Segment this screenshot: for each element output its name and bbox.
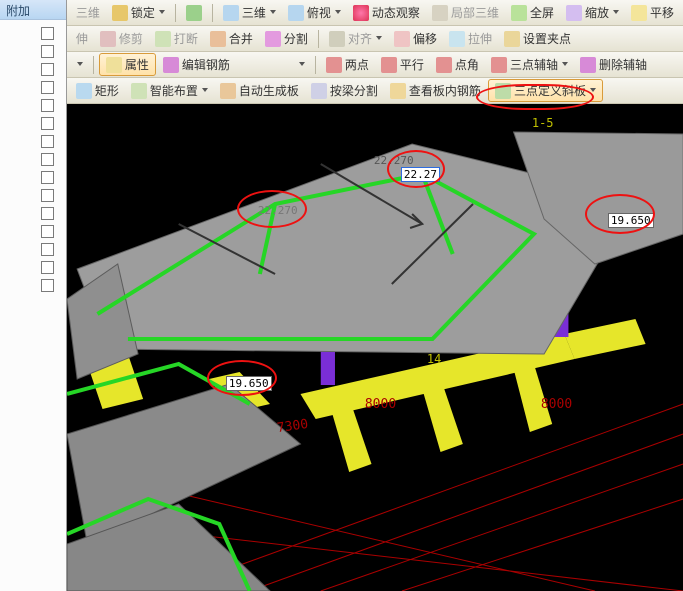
cube-top-icon bbox=[288, 5, 304, 21]
delete-axis-button[interactable]: 删除辅轴 bbox=[575, 53, 652, 76]
grip-settings-button[interactable]: 设置夹点 bbox=[499, 27, 576, 50]
angle-icon bbox=[436, 57, 452, 73]
two-point-button[interactable]: 两点 bbox=[321, 53, 374, 76]
checkbox[interactable] bbox=[41, 81, 54, 94]
checkbox[interactable] bbox=[41, 63, 54, 76]
view-rebar-icon bbox=[390, 83, 406, 99]
local-3d-button[interactable]: 局部三维 bbox=[427, 1, 504, 24]
grid-label: 14 bbox=[427, 352, 441, 366]
edit-rebar-button[interactable]: 编辑钢筋 bbox=[158, 53, 235, 76]
callout-circle bbox=[207, 360, 277, 396]
view-top-button[interactable]: 俯视 bbox=[283, 1, 346, 24]
extend-button[interactable]: 伸 bbox=[71, 27, 93, 50]
lock-button[interactable]: 锁定 bbox=[107, 1, 170, 24]
viewport-3d[interactable]: 22.270 22.27 22.270 19.650 19.650 8000 8… bbox=[67, 104, 683, 591]
offset-icon bbox=[394, 31, 410, 47]
callout-circle bbox=[585, 194, 655, 234]
merge-icon bbox=[210, 31, 226, 47]
checkbox[interactable] bbox=[41, 279, 54, 292]
fullscreen-button[interactable]: 全屏 bbox=[506, 1, 559, 24]
toolbar-slab: 矩形 智能布置 自动生成板 按梁分割 查看板内钢筋 三点定义斜板 bbox=[67, 78, 683, 104]
three-point-slab-icon bbox=[495, 83, 511, 99]
callout-circle bbox=[387, 150, 445, 188]
local-3d-icon bbox=[432, 5, 448, 21]
pan-button[interactable]: 平移 bbox=[626, 1, 679, 24]
two-point-icon bbox=[326, 57, 342, 73]
three-point-slab-button[interactable]: 三点定义斜板 bbox=[488, 79, 603, 102]
left-panel: 附加 bbox=[0, 0, 67, 591]
grid-label: 1-5 bbox=[532, 116, 554, 130]
trim-icon bbox=[100, 31, 116, 47]
split-button[interactable]: 分割 bbox=[260, 27, 313, 50]
dropdown-small[interactable] bbox=[71, 59, 88, 71]
dimension-text: 8000 bbox=[541, 397, 572, 412]
merge-button[interactable]: 合并 bbox=[205, 27, 258, 50]
orbit-button[interactable]: 动态观察 bbox=[348, 1, 425, 24]
callout-circle bbox=[237, 190, 307, 228]
checkbox[interactable] bbox=[41, 225, 54, 238]
dd2[interactable] bbox=[293, 59, 310, 71]
rect-icon bbox=[76, 83, 92, 99]
checkbox[interactable] bbox=[41, 153, 54, 166]
align-button[interactable]: 对齐 bbox=[324, 27, 387, 50]
auto-slab-icon bbox=[220, 83, 236, 99]
pan-icon bbox=[631, 5, 647, 21]
rebar-edit-icon bbox=[163, 57, 179, 73]
point-angle-button[interactable]: 点角 bbox=[431, 53, 484, 76]
zoom-button[interactable]: 缩放 bbox=[561, 1, 624, 24]
parallel-icon bbox=[381, 57, 397, 73]
arrow-right-icon bbox=[186, 5, 202, 21]
break-button[interactable]: 打断 bbox=[150, 27, 203, 50]
lock-icon bbox=[112, 5, 128, 21]
cube-icon bbox=[223, 5, 239, 21]
dimension-text: 8000 bbox=[365, 397, 396, 412]
view-slab-rebar-button[interactable]: 查看板内钢筋 bbox=[385, 79, 486, 102]
checkbox[interactable] bbox=[41, 135, 54, 148]
checkbox[interactable] bbox=[41, 27, 54, 40]
properties-button[interactable]: 属性 bbox=[99, 53, 156, 76]
checkbox[interactable] bbox=[41, 189, 54, 202]
properties-icon bbox=[106, 57, 122, 73]
three-point-icon bbox=[491, 57, 507, 73]
stretch-button[interactable]: 拉伸 bbox=[444, 27, 497, 50]
checkbox-column bbox=[0, 20, 66, 591]
checkbox[interactable] bbox=[41, 117, 54, 130]
checkbox[interactable] bbox=[41, 171, 54, 184]
nav-prev[interactable] bbox=[181, 2, 207, 24]
toolbar-view: 三维 锁定 三维 俯视 动态观察 局部三维 全屏 缩放 平移 bbox=[67, 0, 683, 26]
three-point-axis-button[interactable]: 三点辅轴 bbox=[486, 53, 573, 76]
checkbox[interactable] bbox=[41, 99, 54, 112]
fullscreen-icon bbox=[511, 5, 527, 21]
trim-button[interactable]: 修剪 bbox=[95, 27, 148, 50]
orbit-icon bbox=[353, 5, 369, 21]
checkbox[interactable] bbox=[41, 207, 54, 220]
split-by-beam-button[interactable]: 按梁分割 bbox=[306, 79, 383, 102]
rect-button[interactable]: 矩形 bbox=[71, 79, 124, 102]
left-panel-header: 附加 bbox=[0, 0, 66, 20]
smart-layout-icon bbox=[131, 83, 147, 99]
parallel-button[interactable]: 平行 bbox=[376, 53, 429, 76]
view-3d-button[interactable]: 三维 bbox=[218, 1, 281, 24]
zoom-icon bbox=[566, 5, 582, 21]
align-icon bbox=[329, 31, 345, 47]
toolbar-edit: 伸 修剪 打断 合并 分割 对齐 偏移 拉伸 设置夹点 bbox=[67, 26, 683, 52]
stretch-icon bbox=[449, 31, 465, 47]
split-beam-icon bbox=[311, 83, 327, 99]
checkbox[interactable] bbox=[41, 261, 54, 274]
split-icon bbox=[265, 31, 281, 47]
delete-axis-icon bbox=[580, 57, 596, 73]
auto-slab-button[interactable]: 自动生成板 bbox=[215, 79, 304, 102]
checkbox[interactable] bbox=[41, 243, 54, 256]
toolbar-rebar: 属性 编辑钢筋 两点 平行 点角 三点辅轴 删除辅轴 bbox=[67, 52, 683, 78]
view-3d-label: 三维 bbox=[71, 1, 105, 24]
offset-button[interactable]: 偏移 bbox=[389, 27, 442, 50]
checkbox[interactable] bbox=[41, 45, 54, 58]
break-icon bbox=[155, 31, 171, 47]
grip-icon bbox=[504, 31, 520, 47]
smart-layout-button[interactable]: 智能布置 bbox=[126, 79, 213, 102]
